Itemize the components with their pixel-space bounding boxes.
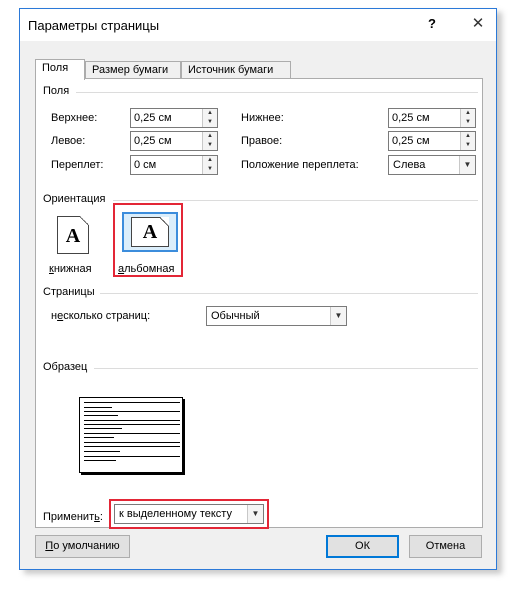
preview-divider [94, 368, 478, 369]
ok-button[interactable]: ОК [326, 535, 399, 558]
preview-line [84, 451, 120, 452]
chevron-down-icon[interactable]: ▼ [330, 307, 346, 325]
preview-line [84, 424, 180, 425]
spin-up-icon[interactable]: ▲ [203, 109, 217, 118]
spinner-arrows: ▲ ▼ [460, 132, 475, 150]
left-margin-value: 0,25 см [134, 135, 172, 147]
preview-line [84, 411, 180, 412]
right-margin-value: 0,25 см [392, 135, 430, 147]
portrait-letter: A [65, 225, 81, 247]
spin-up-icon[interactable]: ▲ [461, 109, 475, 118]
spin-down-icon[interactable]: ▼ [203, 141, 217, 150]
multiple-pages-value: Обычный [211, 310, 260, 322]
gutter-position-label: Положение переплета: [241, 159, 359, 171]
top-margin-value: 0,25 см [134, 112, 172, 124]
landscape-page-icon: A [131, 217, 169, 247]
orientation-divider [113, 200, 478, 201]
pages-divider [100, 293, 478, 294]
spin-down-icon[interactable]: ▼ [203, 118, 217, 127]
spinner-arrows: ▲ ▼ [460, 109, 475, 127]
spin-down-icon[interactable]: ▼ [461, 118, 475, 127]
spin-up-icon[interactable]: ▲ [203, 156, 217, 165]
bottom-margin-spinner[interactable]: 0,25 см ▲ ▼ [388, 108, 476, 128]
portrait-label: книжная [49, 263, 92, 275]
window-title: Параметры страницы [28, 18, 160, 33]
landscape-label: альбомная [118, 263, 175, 275]
multiple-pages-label: несколько страниц: [51, 310, 151, 322]
gutter-value: 0 см [134, 159, 157, 171]
set-default-button[interactable]: По умолчанию [35, 535, 130, 558]
apply-to-label: Применить: [43, 511, 103, 523]
landscape-selection-frame: A [122, 212, 178, 252]
chevron-down-icon[interactable]: ▼ [459, 156, 475, 174]
preview-line [84, 402, 180, 403]
preview-line [84, 456, 180, 457]
spinner-arrows: ▲ ▼ [202, 132, 217, 150]
left-margin-label: Левое: [51, 135, 86, 147]
tab-paper-size[interactable]: Размер бумаги [85, 61, 181, 79]
preview-line [84, 442, 180, 443]
preview-line [84, 415, 118, 416]
apply-to-select[interactable]: к выделенному тексту ▼ [114, 504, 264, 524]
gutter-position-value: Слева [393, 159, 426, 171]
page-setup-dialog: Параметры страницы ? ✕ Поля Размер бумаг… [19, 8, 497, 570]
orientation-section-label: Ориентация [43, 193, 106, 205]
landscape-option[interactable]: A [117, 206, 179, 256]
preview-line [84, 407, 112, 408]
spin-up-icon[interactable]: ▲ [461, 132, 475, 141]
pages-section-label: Страницы [43, 286, 95, 298]
spinner-arrows: ▲ ▼ [202, 109, 217, 127]
preview-line [84, 446, 180, 447]
chevron-down-icon[interactable]: ▼ [247, 505, 263, 523]
left-margin-spinner[interactable]: 0,25 см ▲ ▼ [130, 131, 218, 151]
gutter-position-select[interactable]: Слева ▼ [388, 155, 476, 175]
portrait-page-icon: A [57, 216, 89, 254]
multiple-pages-select[interactable]: Обычный ▼ [206, 306, 347, 326]
spinner-arrows: ▲ ▼ [202, 156, 217, 174]
gutter-spinner[interactable]: 0 см ▲ ▼ [130, 155, 218, 175]
preview-line [84, 428, 122, 429]
page-fold-icon [80, 216, 89, 225]
bottom-margin-value: 0,25 см [392, 112, 430, 124]
cancel-button[interactable]: Отмена [409, 535, 482, 558]
apply-to-value: к выделенному тексту [119, 508, 232, 520]
close-button[interactable]: ✕ [468, 16, 488, 32]
preview-line [84, 420, 180, 421]
page-preview-thumbnail [79, 397, 183, 473]
top-margin-spinner[interactable]: 0,25 см ▲ ▼ [130, 108, 218, 128]
landscape-letter: A [142, 221, 158, 243]
help-button[interactable]: ? [424, 16, 440, 32]
portrait-option[interactable]: A [49, 212, 101, 256]
margins-divider [76, 92, 478, 93]
bottom-margin-label: Нижнее: [241, 112, 284, 124]
margins-section-label: Поля [43, 85, 70, 97]
tab-paper-source[interactable]: Источник бумаги [181, 61, 291, 79]
preview-line [84, 437, 114, 438]
right-margin-spinner[interactable]: 0,25 см ▲ ▼ [388, 131, 476, 151]
top-margin-label: Верхнее: [51, 112, 98, 124]
spin-up-icon[interactable]: ▲ [203, 132, 217, 141]
right-margin-label: Правое: [241, 135, 283, 147]
tab-margins[interactable]: Поля [35, 59, 85, 80]
preview-line [84, 433, 180, 434]
preview-section-label: Образец [43, 361, 88, 373]
gutter-label: Переплет: [51, 159, 104, 171]
tab-panel-margins: Поля Верхнее: 0,25 см ▲ ▼ Нижнее: 0,25 с… [35, 78, 483, 529]
spin-down-icon[interactable]: ▼ [203, 165, 217, 174]
title-bar: Параметры страницы ? ✕ [20, 9, 496, 41]
spin-down-icon[interactable]: ▼ [461, 141, 475, 150]
preview-line [84, 460, 116, 461]
